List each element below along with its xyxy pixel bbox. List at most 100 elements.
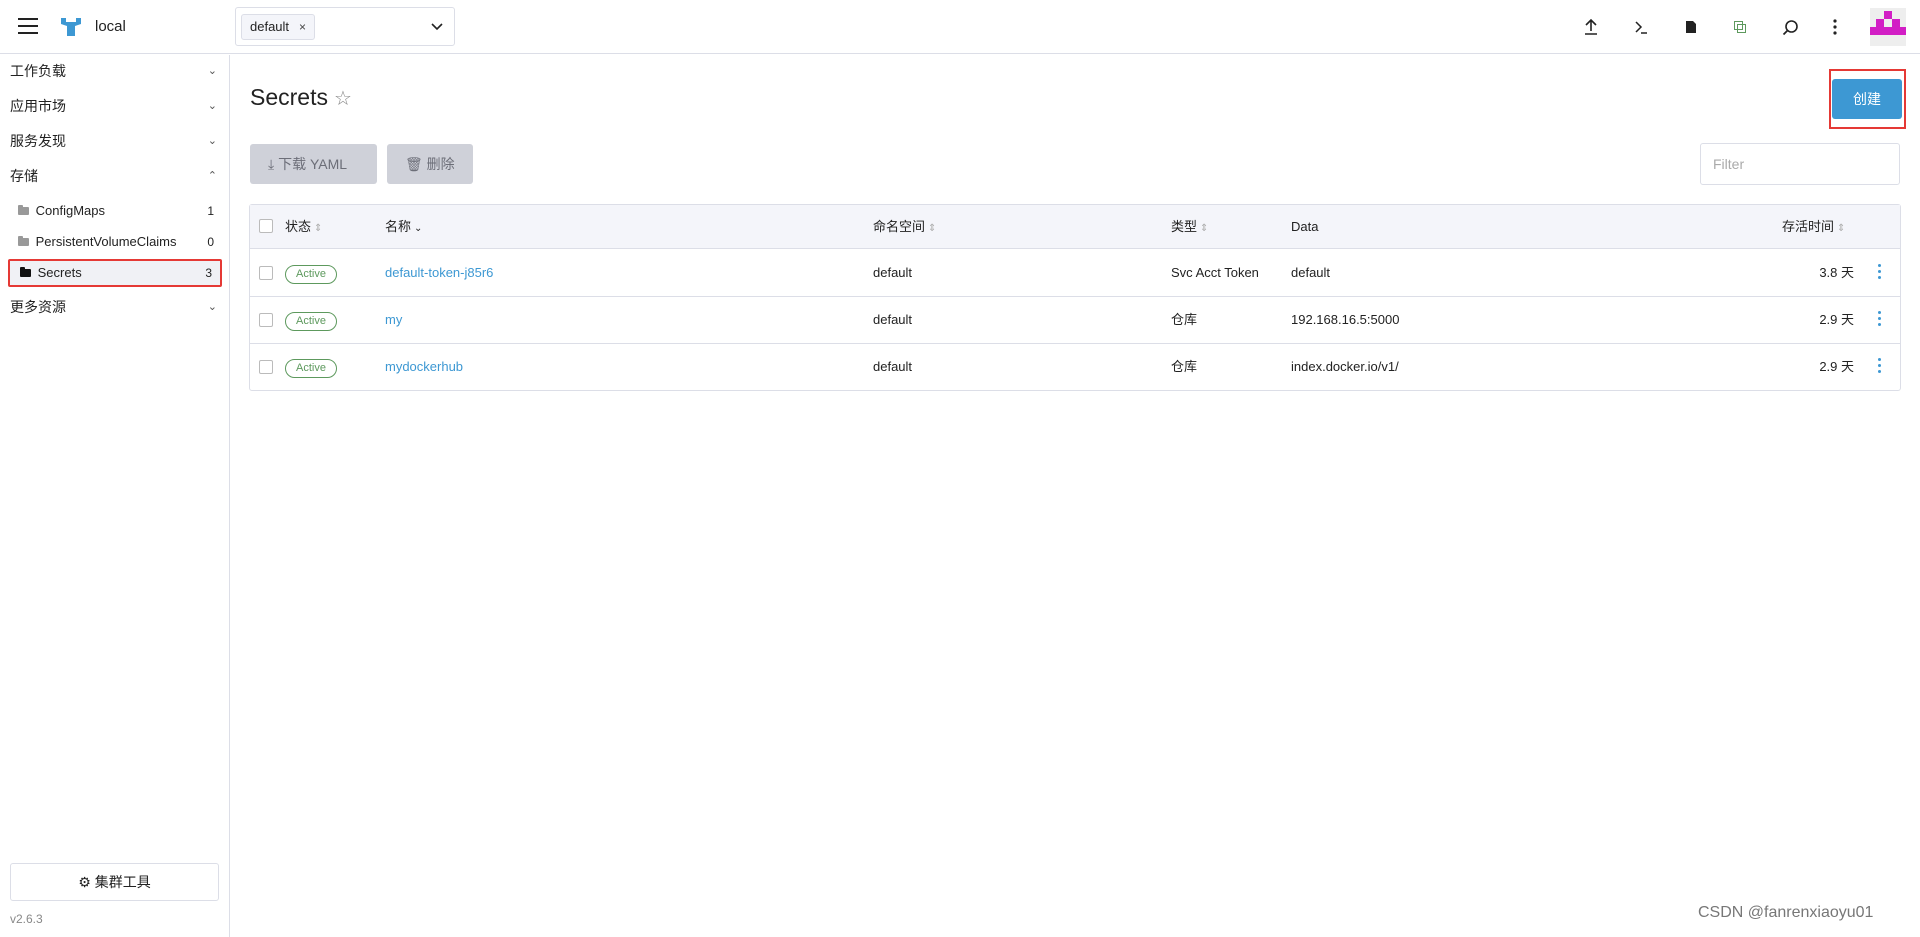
star-icon[interactable]: ☆ [334, 86, 352, 111]
age-cell: 2.9 天 [1819, 312, 1854, 327]
kebab-icon[interactable] [1824, 16, 1846, 38]
row-checkbox[interactable] [259, 266, 273, 280]
cluster-tools-label: 集群工具 [94, 874, 151, 890]
column-label: 类型 [1171, 219, 1198, 234]
chevron-down-icon: ⌄ [207, 301, 217, 313]
data-cell: index.docker.io/v1/ [1291, 359, 1399, 374]
column-header-state[interactable]: 状态 ⇕ [285, 205, 322, 249]
status-badge: Active [285, 265, 337, 284]
sidebar-item-label: ConfigMaps [35, 203, 105, 218]
data-cell: default [1291, 265, 1331, 280]
gear-icon: ⚙ [78, 874, 91, 890]
search-icon[interactable] [1779, 16, 1801, 38]
chevron-down-icon: ⌄ [207, 65, 217, 77]
namespace-select[interactable]: default × [235, 7, 455, 46]
folder-open-icon [20, 267, 31, 277]
table-header: 状态 ⇕ 名称 ⌄ 命名空间 ⇕ 类型 ⇕ Data 存活时间 ⇕ [250, 205, 1900, 249]
sort-icon: ⇕ [1200, 223, 1209, 234]
sidebar-group-more-resources[interactable]: 更多资源 ⌄ [0, 292, 229, 322]
namespace-cell: default [873, 312, 913, 327]
age-cell: 3.8 天 [1819, 265, 1854, 280]
sidebar-group-storage[interactable]: 存储 ⌃ [0, 161, 229, 191]
column-label: 命名空间 [873, 219, 926, 234]
table-row: Active my default 仓库 192.168.16.5:5000 2… [250, 297, 1900, 344]
sidebar-item-label: PersistentVolumeClaims [35, 234, 177, 249]
column-header-data: Data [1291, 205, 1318, 249]
sidebar-group-label: 存储 [10, 168, 38, 184]
type-cell: 仓库 [1171, 312, 1198, 327]
row-checkbox[interactable] [259, 360, 273, 374]
secret-name-link[interactable]: default-token-j85r6 [385, 250, 493, 296]
cluster-logo-icon [61, 18, 81, 36]
sidebar-item-pvc[interactable]: PersistentVolumeClaims 0 [8, 228, 222, 256]
row-actions-icon[interactable] [1876, 264, 1882, 282]
upload-icon[interactable] [1580, 16, 1602, 38]
age-cell: 2.9 天 [1819, 359, 1854, 374]
copy-icon[interactable] [1729, 16, 1751, 38]
sidebar: 工作负载 ⌄ 应用市场 ⌄ 服务发现 ⌄ 存储 ⌃ ConfigMaps 1 P… [0, 55, 230, 937]
avatar[interactable] [1870, 8, 1906, 46]
table-row: Active default-token-j85r6 default Svc A… [250, 250, 1900, 297]
chevron-down-icon [431, 23, 443, 31]
chevron-down-icon: ⌄ [207, 100, 217, 112]
folder-icon [18, 236, 29, 246]
row-checkbox[interactable] [259, 313, 273, 327]
table-row: Active mydockerhub default 仓库 index.dock… [250, 344, 1900, 391]
column-header-namespace[interactable]: 命名空间 ⇕ [873, 205, 936, 249]
sidebar-group-service-discovery[interactable]: 服务发现 ⌄ [0, 126, 229, 156]
row-actions-icon[interactable] [1876, 311, 1882, 329]
delete-button[interactable]: 🗑 删除 [387, 144, 473, 184]
column-header-age[interactable]: 存活时间 ⇕ [1782, 205, 1845, 249]
download-yaml-label: 下载 YAML [278, 156, 348, 172]
column-header-name[interactable]: 名称 ⌄ [385, 205, 422, 249]
column-label: 状态 [285, 219, 312, 234]
namespace-cell: default [873, 265, 913, 280]
version-label: v2.6.3 [10, 912, 43, 926]
sidebar-group-label: 服务发现 [10, 133, 66, 149]
row-actions-icon[interactable] [1876, 358, 1882, 376]
sort-icon: ⇕ [314, 223, 323, 234]
terminal-icon[interactable] [1630, 16, 1652, 38]
top-header: local default × [0, 0, 1920, 54]
menu-icon[interactable] [18, 18, 38, 34]
type-cell: 仓库 [1171, 359, 1198, 374]
sidebar-item-configmaps[interactable]: ConfigMaps 1 [8, 197, 222, 225]
namespace-tag-label: default [250, 19, 290, 34]
select-all-checkbox[interactable] [259, 219, 273, 233]
data-cell: 192.168.16.5:5000 [1291, 312, 1400, 327]
cluster-name: local [95, 18, 126, 35]
column-header-type[interactable]: 类型 ⇕ [1171, 205, 1208, 249]
sort-icon: ⇕ [1837, 223, 1846, 234]
file-icon[interactable] [1680, 16, 1702, 38]
sidebar-item-count: 1 [207, 204, 214, 218]
secret-name-link[interactable]: mydockerhub [385, 344, 463, 390]
sort-down-icon: ⌄ [414, 223, 423, 234]
sidebar-group-workloads[interactable]: 工作负载 ⌄ [0, 56, 229, 86]
namespace-cell: default [873, 359, 913, 374]
namespace-tag: default × [241, 14, 316, 40]
column-label: Data [1291, 219, 1319, 234]
filter-input[interactable] [1700, 143, 1900, 185]
sidebar-item-count: 0 [207, 235, 214, 249]
folder-icon [18, 205, 29, 215]
sidebar-group-label: 工作负载 [10, 63, 66, 79]
sidebar-group-label: 应用市场 [10, 98, 66, 114]
status-badge: Active [285, 312, 337, 331]
page-title: Secrets [250, 84, 328, 110]
sidebar-item-secrets[interactable]: Secrets 3 [8, 259, 222, 287]
delete-label: 删除 [426, 156, 455, 172]
secret-name-link[interactable]: my [385, 297, 402, 343]
type-cell: Svc Acct Token [1171, 265, 1259, 280]
column-label: 名称 [385, 219, 412, 234]
status-badge: Active [285, 359, 337, 378]
namespace-tag-remove[interactable]: × [299, 20, 306, 34]
sidebar-group-label: 更多资源 [10, 299, 66, 315]
sidebar-item-count: 3 [205, 266, 212, 280]
cluster-tools-button[interactable]: ⚙ 集群工具 [10, 863, 219, 901]
download-icon: ⤓ [268, 156, 275, 172]
download-yaml-button[interactable]: ⤓ 下载 YAML [250, 144, 377, 184]
secrets-table: 状态 ⇕ 名称 ⌄ 命名空间 ⇕ 类型 ⇕ Data 存活时间 ⇕ Active defa… [249, 204, 1901, 391]
create-button[interactable]: 创建 [1832, 79, 1902, 119]
sidebar-group-apps[interactable]: 应用市场 ⌄ [0, 91, 229, 121]
chevron-up-icon: ⌃ [207, 170, 217, 182]
